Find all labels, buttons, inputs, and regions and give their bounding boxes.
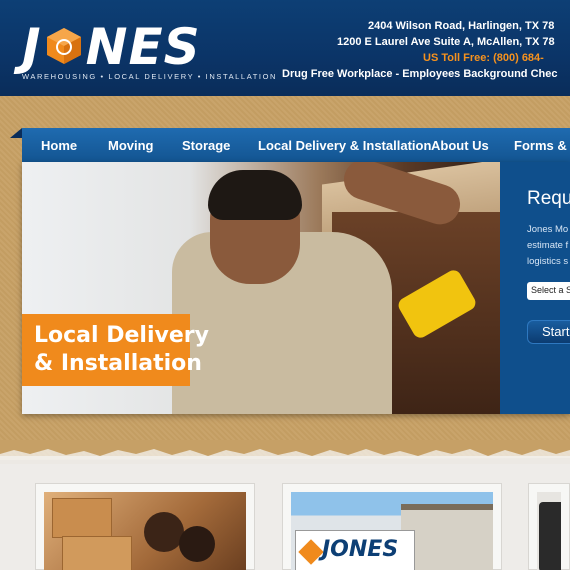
nav-about-us[interactable]: About Us [431,138,489,153]
service-card-storage[interactable]: JONES [282,483,502,570]
truck-logo-text: JONES [322,537,399,562]
service-select[interactable]: Select a S [527,282,570,300]
quote-panel: Reque Jones Mo estimate f logistics s Se… [500,162,570,414]
nav-ribbon-fold [10,128,22,138]
worker-hair [208,170,302,220]
nav-moving[interactable]: Moving [108,138,154,153]
quote-text-line3: logistics s [527,256,569,267]
hero-caption-line1: Local Delivery [34,323,209,348]
jones-logo[interactable]: J NES WAREHOUSING • LOCAL DELIVERY • INS… [22,22,275,84]
nav-local-delivery[interactable]: Local Delivery & Installation [258,138,431,153]
quote-text-line2: estimate f [527,240,569,251]
start-button[interactable]: Start [527,320,570,344]
quote-text-line1: Jones Mo [527,224,569,235]
logo-wordmark: J NES [22,22,201,72]
service-card-partial[interactable] [528,483,570,570]
partial-card-image [537,492,561,570]
hero-caption-line2: & Installation [34,351,202,376]
nav-forms[interactable]: Forms & Re [514,138,570,153]
dark-object [539,502,561,570]
logo-tagline: WAREHOUSING • LOCAL DELIVERY • INSTALLAT… [22,72,278,81]
quote-description: Jones Mo estimate f logistics s [527,222,570,270]
warehouse-truck-image: JONES [291,492,493,570]
person [144,512,184,552]
truck-logo-cube-icon [298,539,324,565]
nav-home[interactable]: Home [41,138,77,153]
address-mcallen: 1200 E Laurel Ave Suite A, McAllen, TX 7… [337,36,555,48]
site-header: J NES WAREHOUSING • LOCAL DELIVERY • INS… [0,0,570,96]
logo-letter-j: J [22,18,42,76]
moving-box [62,536,132,570]
hero-caption: Local Delivery & Installation [22,314,209,386]
service-card-moving[interactable] [35,483,255,570]
contact-info: 2404 Wilson Road, Harlingen, TX 78 1200 … [270,18,570,82]
main-navigation: Home Moving Storage Local Delivery & Ins… [22,128,570,162]
drug-free-notice: Drug Free Workplace - Employees Backgrou… [282,68,558,80]
nav-storage[interactable]: Storage [182,138,230,153]
person [179,526,215,562]
toll-free-phone[interactable]: US Toll Free: (800) 684- [270,50,570,66]
torn-paper-edge [0,440,570,460]
address-harlingen: 2404 Wilson Road, Harlingen, TX 78 [368,20,555,32]
hero-banner: Local Delivery & Installation Reque Jone… [22,162,570,414]
box-cube-icon [46,28,81,64]
moving-box [52,498,112,538]
quote-title: Reque [527,188,570,209]
movers-with-boxes-image [44,492,246,570]
jones-truck: JONES [295,530,415,570]
logo-letters-nes: NES [85,18,201,76]
